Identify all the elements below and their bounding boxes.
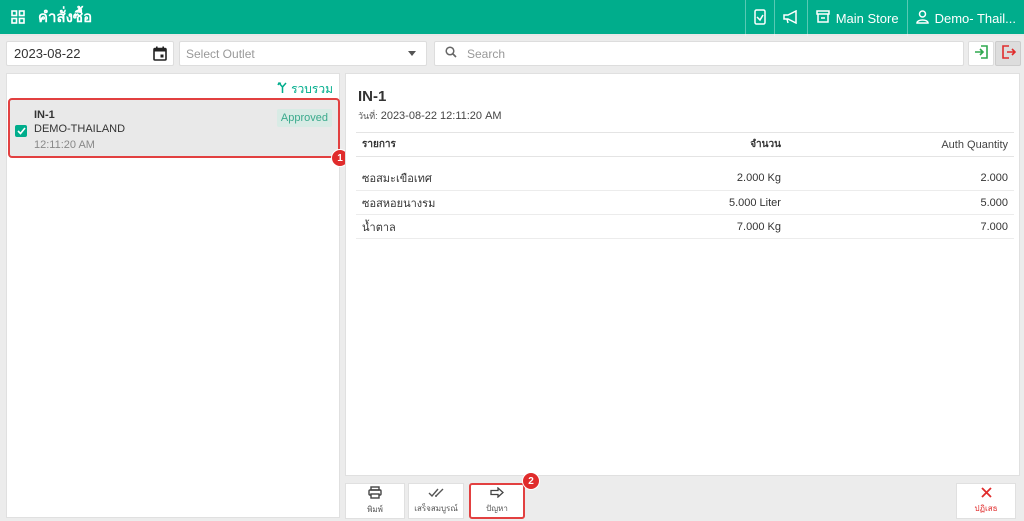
search-placeholder: Search: [467, 46, 506, 61]
table-row: ซอสมะเขือเทศ 2.000 Kg 2.000: [356, 166, 1014, 191]
date-picker[interactable]: 2023-08-22: [6, 41, 174, 66]
logout-icon: [1001, 45, 1016, 62]
complete-button[interactable]: เสร็จสมบูรณ์: [408, 483, 464, 519]
chevron-down-icon: [408, 51, 416, 56]
import-button[interactable]: [968, 41, 994, 66]
action-bar: พิมพ์ เสร็จสมบูรณ์ ปัญหา ปฏิเสธ: [345, 481, 1020, 521]
store-label: Main Store: [835, 10, 899, 26]
item-name: น้ำตาล: [356, 214, 603, 239]
store-selector[interactable]: Main Store: [806, 0, 907, 36]
column-header-qty: จำนวน: [602, 132, 787, 157]
user-icon: [915, 9, 929, 27]
complete-label: เสร็จสมบูรณ์: [414, 503, 458, 513]
item-auth-qty: 5.000: [786, 190, 1014, 215]
status-badge: Approved: [276, 109, 332, 127]
store-icon: [815, 10, 830, 26]
mobile-icon: [753, 8, 766, 28]
merge-icon: [277, 82, 288, 97]
order-outlet: DEMO-THAILAND: [34, 123, 126, 135]
user-label: Demo- Thail...: [934, 10, 1016, 26]
item-name: ซอสมะเขือเทศ: [356, 166, 603, 191]
calendar-icon[interactable]: [153, 46, 167, 64]
announcement-button[interactable]: [773, 0, 807, 36]
order-detail-panel: IN-1 วันที่: 2023-08-22 12:11:20 AM รายก…: [345, 73, 1020, 476]
mobile-order-button[interactable]: [744, 0, 774, 36]
order-id: IN-1: [34, 109, 55, 121]
item-qty: 5.000 Liter: [602, 190, 787, 215]
search-icon: [445, 46, 457, 61]
date-value: 2023-08-22: [14, 46, 81, 61]
reject-button[interactable]: ปฏิเสธ: [956, 483, 1016, 519]
top-bar: คำสั่งซื้อ Main Store Demo- Thail...: [0, 0, 1024, 36]
double-check-icon: [428, 488, 445, 500]
apps-grid-icon[interactable]: [0, 0, 36, 35]
order-time: 12:11:20 AM: [34, 139, 95, 151]
import-icon: [974, 45, 989, 62]
item-name: ซอสหอยนางรม: [356, 190, 603, 215]
item-qty: 2.000 Kg: [602, 166, 787, 191]
item-auth-qty: 2.000: [786, 166, 1014, 191]
search-input[interactable]: Search: [434, 41, 964, 66]
page-title: คำสั่งซื้อ: [38, 9, 93, 26]
merge-label: รวบรวม: [291, 82, 333, 96]
date-label: วันที่:: [358, 111, 378, 121]
order-list-panel: รวบรวม IN-1 DEMO-THAILAND 12:11:20 AM Ap…: [6, 73, 340, 518]
outlet-select[interactable]: Select Outlet: [179, 41, 427, 66]
date-value: 2023-08-22 12:11:20 AM: [380, 110, 502, 122]
table-row: ซอสหอยนางรม 5.000 Liter 5.000: [356, 190, 1014, 215]
problem-button[interactable]: ปัญหา: [469, 483, 525, 519]
column-header-item: รายการ: [356, 132, 603, 157]
item-auth-qty: 7.000: [786, 214, 1014, 239]
item-qty: 7.000 Kg: [602, 214, 787, 239]
printer-icon: [368, 486, 382, 501]
close-icon: [980, 487, 992, 500]
detail-title: IN-1: [358, 88, 387, 105]
order-card[interactable]: IN-1 DEMO-THAILAND 12:11:20 AM Approved: [8, 98, 340, 158]
reject-label: ปฏิเสธ: [974, 504, 998, 513]
forward-arrow-icon: [490, 486, 504, 500]
step-marker-2: 2: [522, 472, 540, 490]
print-label: พิมพ์: [367, 505, 383, 514]
column-header-auth: Auth Quantity: [786, 132, 1014, 157]
outlet-placeholder: Select Outlet: [186, 46, 255, 61]
order-checkbox[interactable]: [15, 125, 27, 137]
filter-row: 2023-08-22 Select Outlet Search: [0, 40, 1024, 68]
export-button[interactable]: [995, 41, 1021, 66]
problem-label: ปัญหา: [486, 504, 508, 513]
items-table: รายการ จำนวน Auth Quantity ซอสมะเขือเทศ …: [356, 132, 1014, 239]
user-menu[interactable]: Demo- Thail...: [906, 0, 1024, 36]
table-row: น้ำตาล 7.000 Kg 7.000: [356, 214, 1014, 239]
megaphone-icon: [782, 9, 799, 27]
detail-date: วันที่: 2023-08-22 12:11:20 AM: [358, 109, 502, 123]
print-button[interactable]: พิมพ์: [345, 483, 405, 519]
merge-button[interactable]: รวบรวม: [277, 80, 333, 99]
